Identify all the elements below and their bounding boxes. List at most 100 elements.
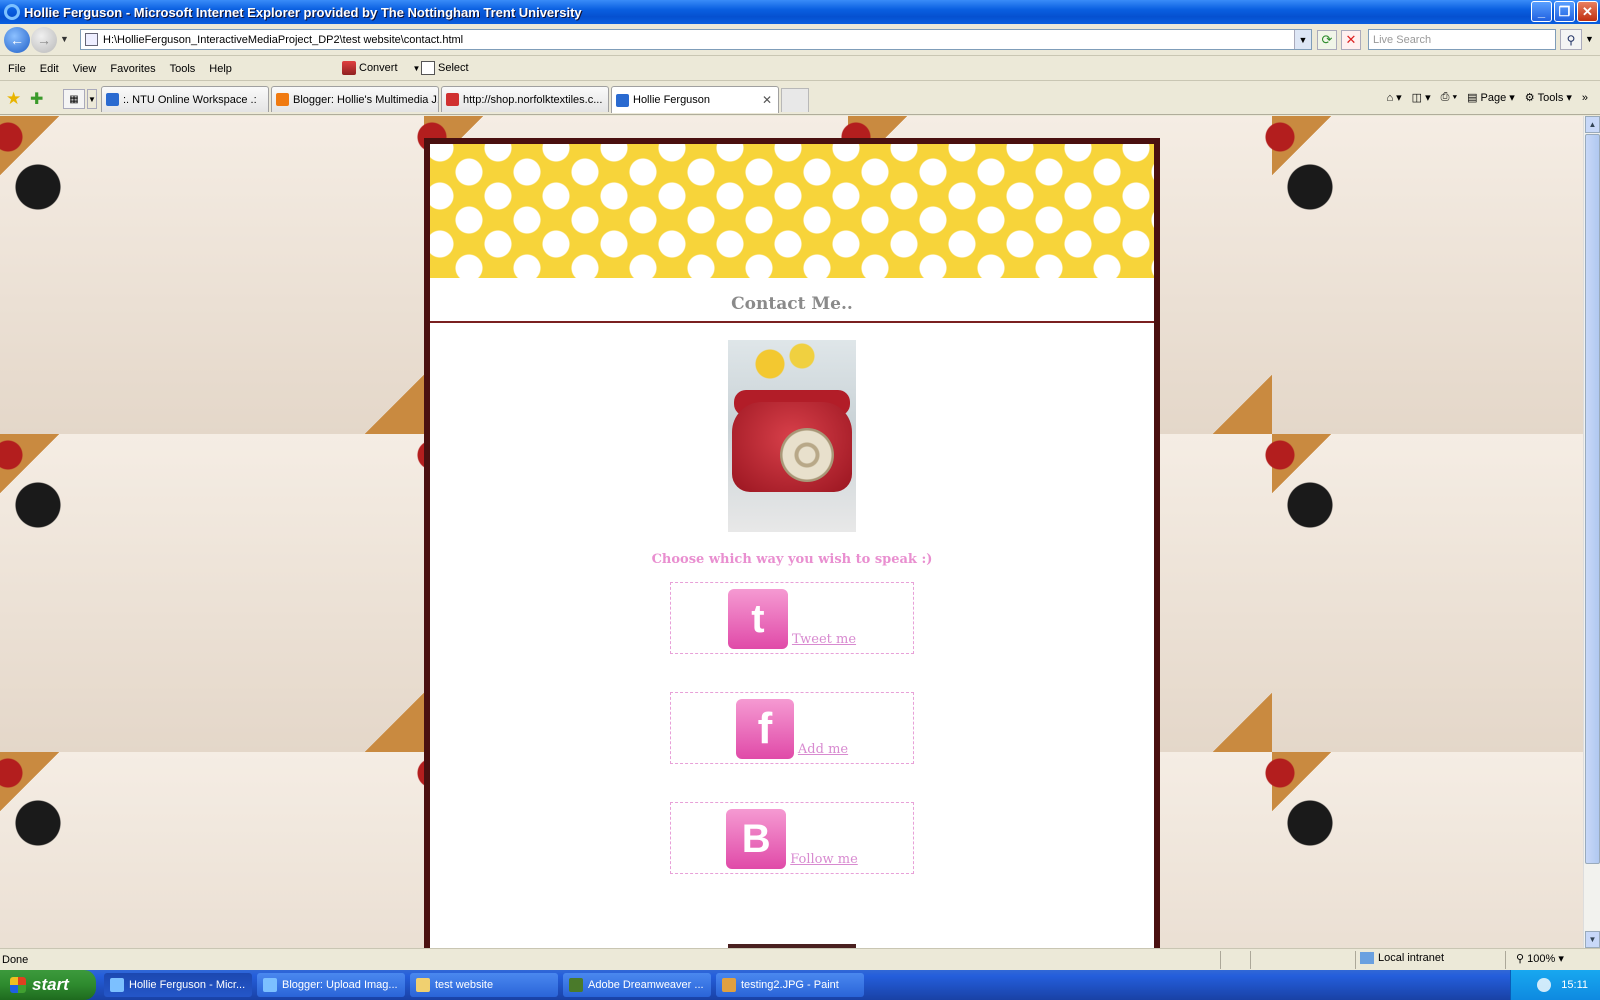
- rotary-dial-shape: [780, 428, 834, 482]
- blogger-favicon-icon: [276, 93, 289, 106]
- status-divider: [1220, 951, 1221, 969]
- menu-file[interactable]: File: [0, 63, 33, 75]
- menu-help[interactable]: Help: [202, 63, 239, 75]
- taskbar-label: Blogger: Upload Imag...: [282, 979, 398, 991]
- chevron-down-icon[interactable]: ▼: [413, 64, 421, 73]
- address-dropdown-icon[interactable]: ▼: [1294, 30, 1311, 49]
- scrollbar-thumb[interactable]: [1585, 134, 1600, 864]
- stop-button[interactable]: ✕: [1341, 30, 1361, 50]
- forward-button[interactable]: →: [31, 27, 57, 53]
- command-bar: ⌂ ▾ ◫ ▾ ⎙ ▾ ▤ Page ▾ ⚙ Tools ▾ »: [1386, 91, 1588, 104]
- content-panel: Contact Me.. Choose which way you wish t…: [424, 138, 1160, 948]
- taskbar-item-blogger[interactable]: Blogger: Upload Imag...: [257, 973, 405, 997]
- blogger-icon[interactable]: B: [726, 809, 787, 869]
- ie-window: Hollie Ferguson - Microsoft Internet Exp…: [0, 0, 1600, 1000]
- tools-menu-button[interactable]: ⚙ Tools ▾: [1525, 91, 1572, 105]
- status-divider: [1250, 951, 1251, 969]
- pdf-convert-icon: [342, 61, 356, 75]
- tab-label: http://shop.norfolktextiles.c...: [463, 93, 603, 106]
- select-icon: [421, 61, 435, 75]
- taskbar-item-paint[interactable]: testing2.JPG - Paint: [716, 973, 864, 997]
- tab-list-dropdown[interactable]: ▼: [87, 89, 97, 109]
- menu-tools[interactable]: Tools: [163, 63, 203, 75]
- taskbar-item-ie[interactable]: Hollie Ferguson - Micr...: [104, 973, 252, 997]
- facebook-link-box[interactable]: f Add me: [670, 692, 914, 764]
- recent-pages-dropdown[interactable]: ▼: [60, 34, 69, 44]
- convert-label: Convert: [359, 62, 398, 74]
- status-divider: [1505, 951, 1506, 969]
- search-icon[interactable]: ⚲: [1560, 29, 1582, 50]
- close-button[interactable]: ✕: [1577, 1, 1598, 22]
- menu-edit[interactable]: Edit: [33, 63, 66, 75]
- taskbar-label: Hollie Ferguson - Micr...: [129, 979, 246, 991]
- folder-icon: [416, 978, 430, 992]
- twitter-icon[interactable]: t: [727, 589, 788, 649]
- scroll-up-icon[interactable]: ▲: [1585, 116, 1600, 133]
- title-bar[interactable]: Hollie Ferguson - Microsoft Internet Exp…: [0, 0, 1600, 24]
- menu-view[interactable]: View: [66, 63, 104, 75]
- facebook-icon[interactable]: f: [735, 699, 794, 759]
- vertical-scrollbar[interactable]: ▲ ▼: [1583, 116, 1600, 948]
- clock[interactable]: 15:11: [1561, 979, 1588, 991]
- paint-icon: [722, 978, 736, 992]
- divider: [430, 321, 1154, 323]
- ie-page-icon: [616, 93, 629, 107]
- minimize-button[interactable]: _: [1531, 1, 1552, 22]
- taskbar: start Hollie Ferguson - Micr... Blogger:…: [0, 970, 1600, 1000]
- print-icon[interactable]: ⎙ ▾: [1441, 91, 1457, 104]
- page-viewport: Contact Me.. Choose which way you wish t…: [0, 116, 1583, 948]
- tab-ntu-workspace[interactable]: :. NTU Online Workspace .:: [101, 86, 269, 112]
- zoom-level[interactable]: ⚲ 100% ▾: [1516, 952, 1564, 965]
- ie-icon: [110, 978, 124, 992]
- scroll-down-icon[interactable]: ▼: [1585, 931, 1600, 948]
- add-me-link[interactable]: Add me: [798, 742, 848, 757]
- search-input[interactable]: Live Search: [1368, 29, 1556, 50]
- address-text: H:\HollieFerguson_InteractiveMediaProjec…: [103, 33, 464, 46]
- feeds-icon[interactable]: ◫ ▾: [1412, 91, 1431, 104]
- taskbar-item-dreamweaver[interactable]: Adobe Dreamweaver ...: [563, 973, 711, 997]
- status-text: Done: [2, 953, 29, 966]
- blogger-link-box[interactable]: B Follow me: [670, 802, 914, 874]
- home-icon[interactable]: ⌂ ▾: [1386, 91, 1401, 104]
- dreamweaver-icon: [569, 978, 583, 992]
- zoom-icon: ⚲: [1516, 953, 1528, 965]
- zone-label: Local intranet: [1378, 952, 1445, 964]
- maximize-button[interactable]: ❐: [1554, 1, 1575, 22]
- tab-norfolk-textiles[interactable]: http://shop.norfolktextiles.c...: [441, 86, 609, 112]
- new-tab-button[interactable]: [781, 88, 809, 112]
- close-tab-icon[interactable]: ✕: [762, 93, 772, 107]
- follow-me-link[interactable]: Follow me: [790, 852, 858, 867]
- taskbar-item-folder[interactable]: test website: [410, 973, 558, 997]
- back-button[interactable]: ←: [4, 27, 30, 53]
- twitter-link-box[interactable]: t Tweet me: [670, 582, 914, 654]
- tab-hollie-ferguson[interactable]: Hollie Ferguson ✕: [611, 86, 779, 113]
- more-chevron-icon[interactable]: »: [1582, 92, 1588, 104]
- address-field[interactable]: H:\HollieFerguson_InteractiveMediaProjec…: [80, 29, 1312, 50]
- page-menu-button[interactable]: ▤ Page ▾: [1467, 91, 1515, 105]
- tray-icon[interactable]: [1537, 978, 1552, 992]
- window-title: Hollie Ferguson - Microsoft Internet Exp…: [24, 4, 582, 20]
- favorites-star-icon[interactable]: ★: [6, 89, 21, 109]
- convert-button[interactable]: Convert ▼: [342, 61, 420, 75]
- select-button[interactable]: Select: [421, 61, 469, 75]
- menu-favorites[interactable]: Favorites: [103, 63, 162, 75]
- add-favorites-icon[interactable]: ✚: [30, 89, 43, 109]
- start-label: start: [32, 975, 69, 994]
- tab-blogger[interactable]: Blogger: Hollie's Multimedia J...: [271, 86, 439, 112]
- start-button[interactable]: start: [0, 970, 96, 1000]
- tab-label: :. NTU Online Workspace .:: [123, 93, 257, 106]
- refresh-button[interactable]: ⟳: [1317, 30, 1337, 50]
- intranet-icon: [1360, 952, 1374, 964]
- tab-label: Blogger: Hollie's Multimedia J...: [293, 93, 439, 106]
- polka-dot-banner-overlay: [430, 144, 1154, 278]
- tweet-me-link[interactable]: Tweet me: [792, 632, 856, 647]
- tools-menu-label: Tools: [1537, 91, 1564, 104]
- address-toolbar: ← → ▼ H:\HollieFerguson_InteractiveMedia…: [0, 24, 1600, 56]
- shop-favicon-icon: [446, 93, 459, 106]
- search-placeholder: Live Search: [1373, 33, 1432, 46]
- quick-tabs-button[interactable]: ▦: [63, 89, 85, 109]
- tab-bar: ★ ✚ ▦ ▼ :. NTU Online Workspace .: Blogg…: [0, 82, 1600, 115]
- ie-icon: [263, 978, 277, 992]
- tulips-shape: [746, 340, 826, 380]
- search-options-dropdown[interactable]: ▼: [1585, 34, 1594, 44]
